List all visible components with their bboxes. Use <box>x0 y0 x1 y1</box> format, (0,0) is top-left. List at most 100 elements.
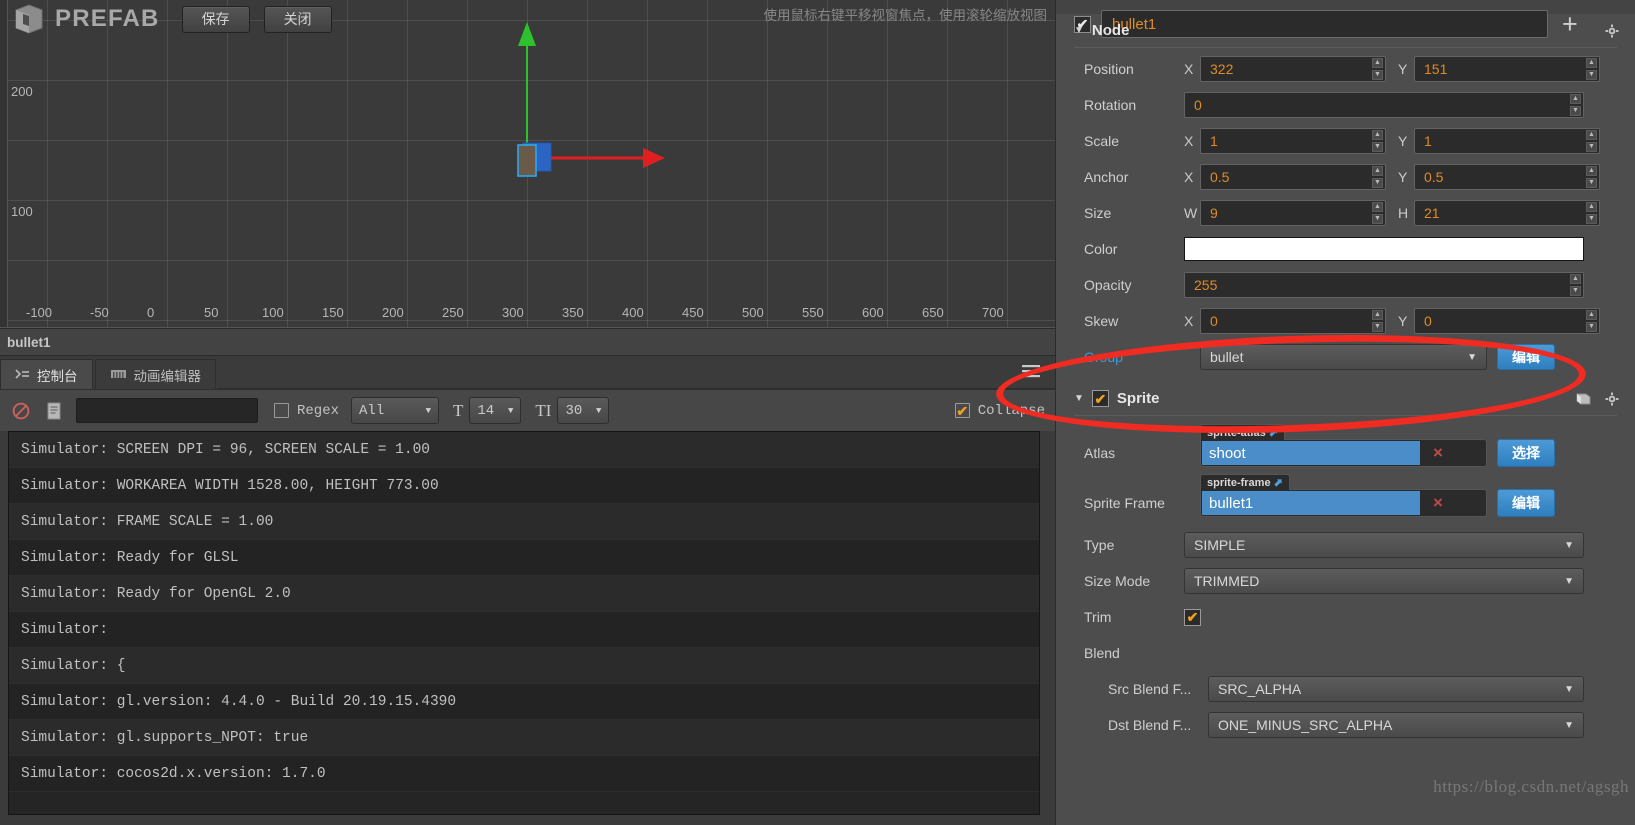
collapse-toggle[interactable]: ✔ Collapse <box>954 403 1045 419</box>
inspector-panel: ✔ bullet1 + ▼ Node Position X 322 ▲ ▼ Y 1… <box>1055 0 1635 825</box>
size-h-axis-label: H <box>1398 205 1409 221</box>
spinner-icon[interactable]: ▲ ▼ <box>1570 94 1581 116</box>
sprite-frame-asset-field[interactable]: sprite-frame ⬈ bullet1 × <box>1200 474 1487 517</box>
property-row-opacity: Opacity 255 ▲ ▼ <box>1056 270 1635 300</box>
atlas-clear-icon[interactable]: × <box>1421 443 1455 463</box>
opacity-input[interactable]: 255 ▲ ▼ <box>1184 272 1584 298</box>
regex-checkbox[interactable] <box>274 403 289 418</box>
log-level-select[interactable]: All ▼ <box>351 397 440 424</box>
property-row-size-mode: Size Mode TRIMMED ▼ <box>1056 566 1635 596</box>
scene-view[interactable]: 200 100 -100 -50 0 50 100 150 200 250 30… <box>0 0 1055 328</box>
line-height-select[interactable]: 30 ▼ <box>557 397 610 424</box>
anchor-x-axis-label: X <box>1184 169 1194 185</box>
property-row-trim: Trim ✔ <box>1056 602 1635 632</box>
external-link-icon[interactable]: ⬈ <box>1269 426 1278 439</box>
save-button[interactable]: 保存 <box>181 5 250 33</box>
close-button[interactable]: 关闭 <box>263 5 332 33</box>
collapse-checkbox[interactable]: ✔ <box>954 403 970 418</box>
skew-y-input[interactable]: 0 ▲ ▼ <box>1414 308 1600 334</box>
chevron-down-icon[interactable]: ▼ <box>1074 393 1084 404</box>
atlas-select-button[interactable]: 选择 <box>1497 439 1555 467</box>
opacity-label: Opacity <box>1084 277 1132 293</box>
regex-toggle[interactable]: Regex <box>274 403 339 419</box>
animation-icon <box>110 368 127 381</box>
size-w-input[interactable]: 9 ▲ ▼ <box>1200 200 1386 226</box>
book-icon[interactable] <box>1576 392 1591 406</box>
skew-x-input[interactable]: 0 ▲ ▼ <box>1200 308 1386 334</box>
spinner-icon[interactable]: ▲ ▼ <box>1586 166 1597 188</box>
sprite-frame-clear-icon[interactable]: × <box>1421 493 1455 513</box>
position-y-input[interactable]: 151 ▲ ▼ <box>1414 56 1600 82</box>
bottom-panel-tabs: 控制台 动画编辑器 <box>0 357 1055 389</box>
spinner-icon[interactable]: ▲ ▼ <box>1372 58 1383 80</box>
size-label: Size <box>1084 205 1112 221</box>
scale-label: Scale <box>1084 133 1120 149</box>
font-size-select[interactable]: 14 ▼ <box>469 397 522 424</box>
chevron-down-icon[interactable]: ▼ <box>1074 25 1084 36</box>
tab-console[interactable]: 控制台 <box>0 359 93 389</box>
prefab-title: PREFAB <box>55 5 160 32</box>
gear-icon[interactable] <box>1605 24 1619 38</box>
sprite-frame-asset-box[interactable]: bullet1 × <box>1200 489 1487 517</box>
spinner-icon[interactable]: ▲ ▼ <box>1586 58 1597 80</box>
console-search-input[interactable] <box>76 398 258 423</box>
position-x-axis-label: X <box>1184 61 1194 77</box>
anchor-label: Anchor <box>1084 169 1129 185</box>
ruler-x-label: 500 <box>742 305 764 320</box>
spinner-icon[interactable]: ▲ ▼ <box>1586 202 1597 224</box>
chevron-down-icon: ▼ <box>1467 351 1477 363</box>
anchor-y-value: 0.5 <box>1424 169 1444 185</box>
gear-icon[interactable] <box>1605 392 1619 406</box>
scale-x-axis-label: X <box>1184 133 1194 149</box>
scene-hint-text: 使用鼠标右键平移视窗焦点，使用滚轮缩放视图 <box>763 8 1048 23</box>
ruler-x-label: 250 <box>442 305 464 320</box>
scale-x-input[interactable]: 1 ▲ ▼ <box>1200 128 1386 154</box>
font-size-value: 14 <box>477 402 495 419</box>
rotation-input[interactable]: 0 ▲ ▼ <box>1184 92 1584 118</box>
src-blend-select[interactable]: SRC_ALPHA ▼ <box>1208 676 1584 702</box>
spinner-icon[interactable]: ▲ ▼ <box>1372 130 1383 152</box>
sprite-enabled-checkbox[interactable]: ✔ <box>1091 390 1109 407</box>
tab-console-label: 控制台 <box>37 368 78 384</box>
size-h-input[interactable]: 21 ▲ ▼ <box>1414 200 1600 226</box>
color-swatch[interactable] <box>1184 237 1584 261</box>
skew-y-value: 0 <box>1424 313 1432 329</box>
size-h-value: 21 <box>1424 205 1440 221</box>
atlas-asset-field[interactable]: sprite-atlas ⬈ shoot × <box>1200 424 1487 467</box>
dst-blend-select[interactable]: ONE_MINUS_SRC_ALPHA ▼ <box>1208 712 1584 738</box>
type-select[interactable]: SIMPLE ▼ <box>1184 532 1584 558</box>
clear-console-icon[interactable] <box>12 402 30 420</box>
group-label[interactable]: Group <box>1084 349 1184 365</box>
property-row-color: Color <box>1056 234 1635 264</box>
group-edit-button[interactable]: 编辑 <box>1497 344 1555 370</box>
hamburger-icon[interactable] <box>1020 362 1042 380</box>
anchor-y-input[interactable]: 0.5 ▲ ▼ <box>1414 164 1600 190</box>
ruler-x-label: -100 <box>26 305 53 320</box>
chevron-down-icon: ▼ <box>425 405 432 416</box>
spinner-icon[interactable]: ▲ ▼ <box>1586 310 1597 332</box>
console-toolbar: Regex All ▼ T 14 ▼ TI 30 ▼ ✔ Collapse <box>0 389 1055 431</box>
sprite-frame-edit-button[interactable]: 编辑 <box>1497 489 1555 517</box>
size-mode-select[interactable]: TRIMMED ▼ <box>1184 568 1584 594</box>
external-link-icon[interactable]: ⬈ <box>1274 476 1283 489</box>
trim-checkbox[interactable]: ✔ <box>1184 608 1201 626</box>
atlas-asset-box[interactable]: shoot × <box>1200 439 1487 467</box>
copy-log-icon[interactable] <box>46 402 62 420</box>
tab-animation-editor[interactable]: 动画编辑器 <box>94 359 216 389</box>
spinner-icon[interactable]: ▲ ▼ <box>1372 166 1383 188</box>
anchor-x-input[interactable]: 0.5 ▲ ▼ <box>1200 164 1386 190</box>
group-select[interactable]: bullet ▼ <box>1200 344 1487 370</box>
ruler-x-label: 350 <box>562 305 584 320</box>
spinner-icon[interactable]: ▲ ▼ <box>1570 274 1581 296</box>
property-row-scale: Scale X 1 ▲ ▼ Y 1 ▲ ▼ <box>1056 126 1635 156</box>
spinner-icon[interactable]: ▲ ▼ <box>1372 310 1383 332</box>
position-x-input[interactable]: 322 ▲ ▼ <box>1200 56 1386 82</box>
section-divider <box>1074 47 1617 48</box>
node-section-header[interactable]: ▼ Node <box>1056 18 1635 43</box>
scale-y-input[interactable]: 1 ▲ ▼ <box>1414 128 1600 154</box>
console-log[interactable]: Simulator: SCREEN DPI = 96, SCREEN SCALE… <box>8 431 1040 815</box>
spinner-icon[interactable]: ▲ ▼ <box>1586 130 1597 152</box>
ruler-vertical <box>0 0 8 328</box>
sprite-section-header[interactable]: ▼ ✔ Sprite <box>1056 386 1635 411</box>
spinner-icon[interactable]: ▲ ▼ <box>1372 202 1383 224</box>
